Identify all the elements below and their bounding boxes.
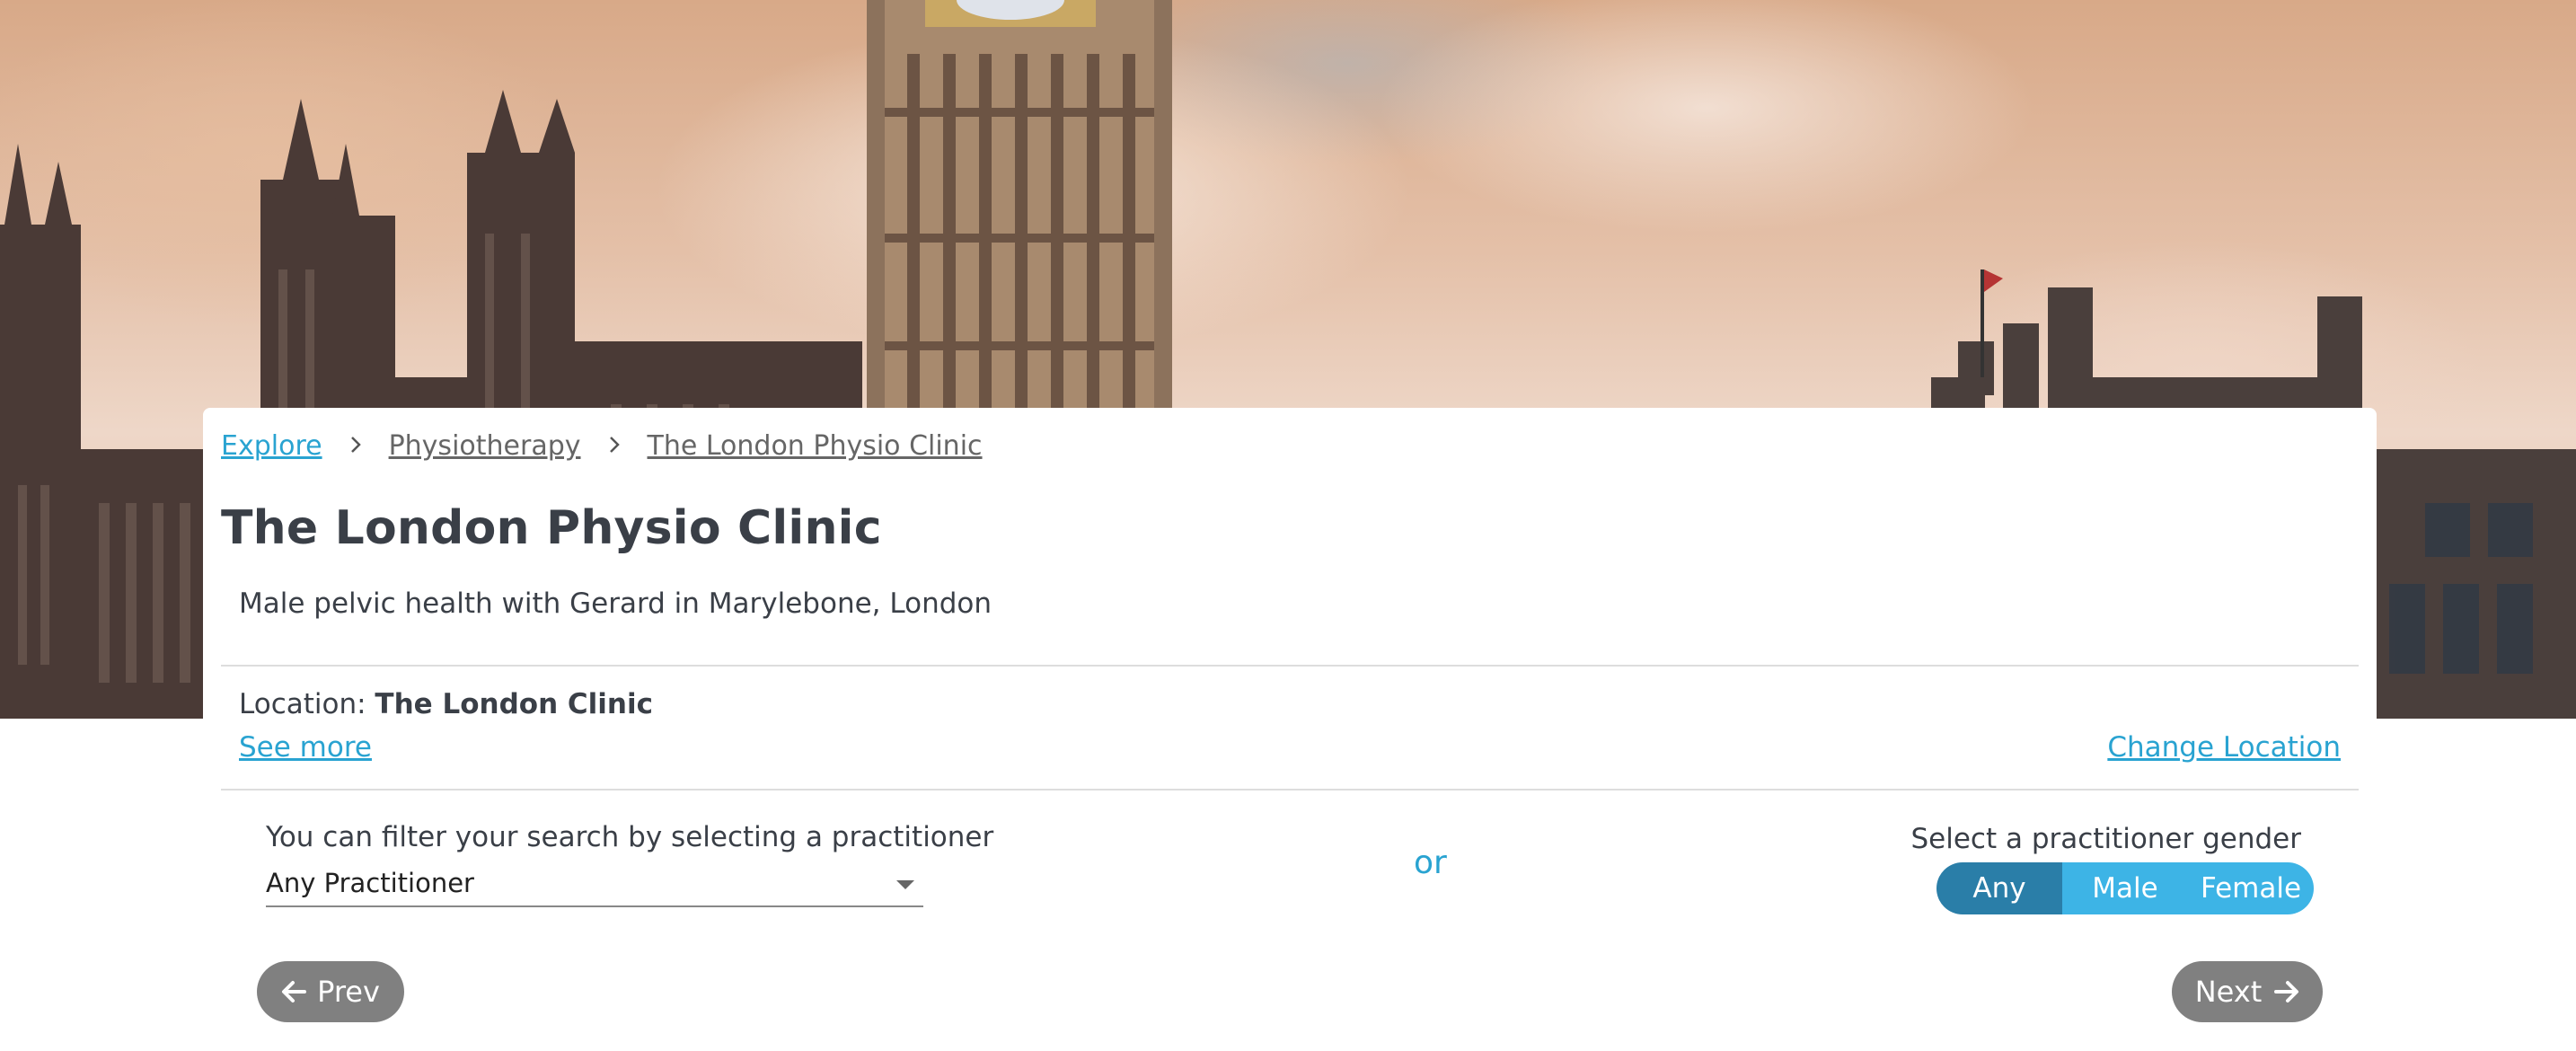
gender-female-button[interactable]: Female [2188,862,2314,914]
next-button[interactable]: Next [2172,961,2323,1022]
clinic-card: Explore Physiotherapy The London Physio … [203,408,2377,1051]
prev-button[interactable]: Prev [257,961,404,1022]
breadcrumb-clinic[interactable]: The London Physio Clinic [648,430,983,462]
clinic-subtitle: Male pelvic health with Gerard in Maryle… [239,587,992,620]
gender-male-button[interactable]: Male [2062,862,2188,914]
practitioner-select[interactable]: Any Practitioner [266,866,923,907]
see-more-link[interactable]: See more [239,731,372,764]
or-separator: or [1414,844,1447,881]
breadcrumb: Explore Physiotherapy The London Physio … [221,428,983,464]
change-location-link[interactable]: Change Location [2107,731,2341,764]
practitioner-filter-label: You can filter your search by selecting … [266,821,994,853]
breadcrumb-explore[interactable]: Explore [221,430,322,462]
caret-down-icon [896,880,914,889]
gender-filter-label: Select a practitioner gender [1910,823,2301,855]
divider [221,665,2359,667]
gender-toggle-group: Any Male Female [1936,862,2314,914]
location-name: The London Clinic [375,688,653,720]
gender-any-button[interactable]: Any [1936,862,2062,914]
divider [221,789,2359,790]
page-title: The London Physio Clinic [221,501,882,555]
next-label: Next [2194,975,2263,1009]
location-line: Location: The London Clinic [239,688,653,720]
arrow-right-icon [2274,980,2299,1003]
chevron-right-icon [608,431,621,461]
location-prefix: Location: [239,688,366,720]
practitioner-select-value: Any Practitioner [266,868,474,898]
chevron-right-icon [349,431,362,461]
arrow-left-icon [281,980,307,1003]
breadcrumb-physiotherapy[interactable]: Physiotherapy [389,430,581,462]
prev-label: Prev [317,975,380,1009]
